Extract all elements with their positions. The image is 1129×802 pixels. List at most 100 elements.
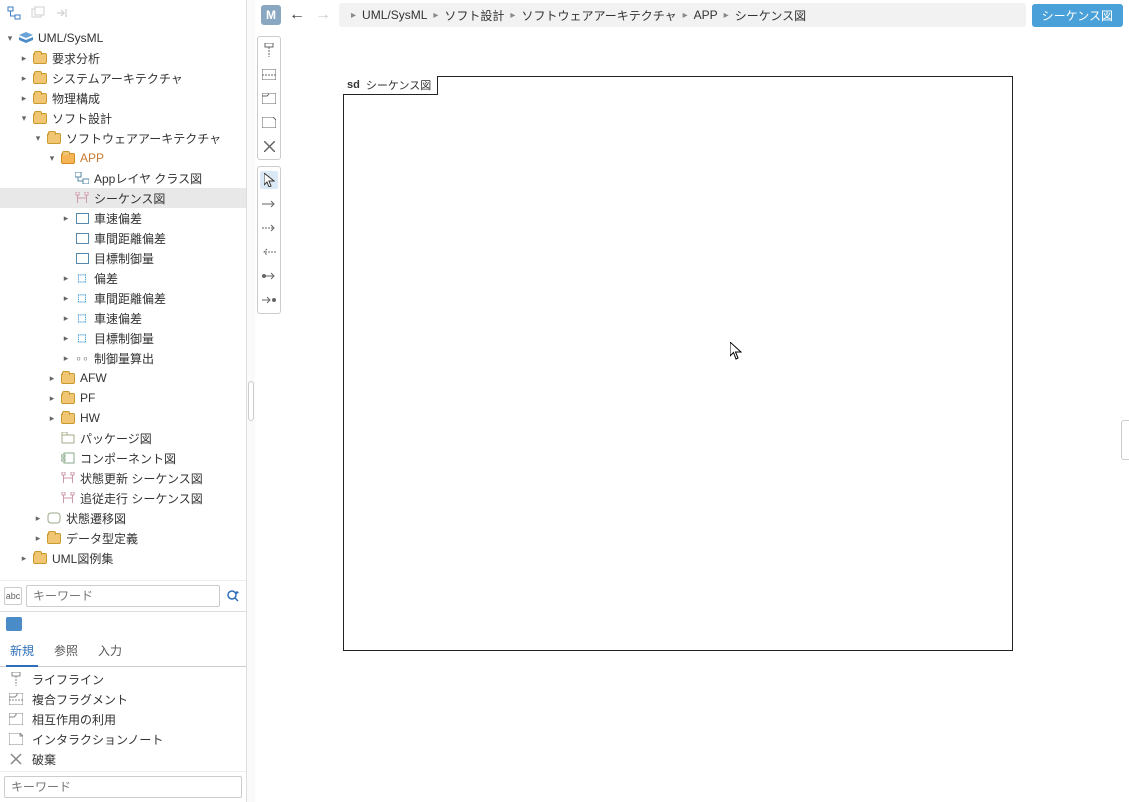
tool-lost-message-icon[interactable] <box>260 291 278 309</box>
tree-item-afw[interactable]: ▸ AFW <box>0 368 246 388</box>
breadcrumb-item[interactable]: シーケンス図 <box>735 7 806 24</box>
tree-root[interactable]: ▾ UML/SysML <box>0 28 246 48</box>
tool-async-message-icon[interactable] <box>260 219 278 237</box>
palette-lifeline[interactable]: ライフライン <box>0 669 246 689</box>
tree-item-vspeed2[interactable]: ▸ ⬚ 車速偏差 <box>0 308 246 328</box>
palette-label: 破棄 <box>32 751 56 768</box>
tree-item-req[interactable]: ▸ 要求分析 <box>0 48 246 68</box>
vertical-splitter[interactable] <box>247 0 255 802</box>
palette-search-input[interactable] <box>4 776 242 798</box>
diagram-title: シーケンス図 <box>366 77 431 93</box>
tree-item-sysarch[interactable]: ▸ システムアーキテクチャ <box>0 68 246 88</box>
expand-arrow-icon[interactable]: ▸ <box>60 333 72 344</box>
tree-label: ソフトウェアアーキテクチャ <box>66 130 221 147</box>
tree-item-ctrlcalc[interactable]: ▸ ∘∘ 制御量算出 <box>0 348 246 368</box>
tree-tool-3-icon[interactable] <box>54 5 70 21</box>
expand-arrow-icon[interactable]: ▾ <box>46 153 58 164</box>
tool-lifeline-icon[interactable] <box>260 41 278 59</box>
expand-arrow-icon[interactable]: ▾ <box>4 33 16 44</box>
expand-arrow-icon[interactable]: ▾ <box>32 133 44 144</box>
combined-fragment-icon <box>8 693 24 705</box>
breadcrumb-item[interactable]: ソフト設計 <box>444 7 504 24</box>
tree-item-pf[interactable]: ▸ PF <box>0 388 246 408</box>
expand-arrow-icon[interactable]: ▸ <box>46 373 58 384</box>
folder-icon <box>32 91 48 105</box>
tool-select-icon[interactable] <box>260 171 278 189</box>
expand-arrow-icon[interactable]: ▸ <box>60 213 72 224</box>
component-diagram-icon <box>60 451 76 465</box>
tree-item-stateupd[interactable]: ▸ 状態更新 シーケンス図 <box>0 468 246 488</box>
tool-note-icon[interactable] <box>260 113 278 131</box>
tree-tool-1-icon[interactable] <box>6 5 22 21</box>
expand-arrow-icon[interactable]: ▸ <box>18 73 30 84</box>
search-mode-icon[interactable]: abc <box>4 587 22 605</box>
expand-arrow-icon[interactable]: ▸ <box>60 313 72 324</box>
expand-arrow-icon[interactable]: ▸ <box>18 53 30 64</box>
tree-item-dev[interactable]: ▸ ⬚ 偏差 <box>0 268 246 288</box>
lifeline-icon <box>8 672 24 686</box>
expand-arrow-icon[interactable]: ▸ <box>46 413 58 424</box>
property-icon: ⬚ <box>74 291 90 305</box>
breadcrumb-sep-icon: ▸ <box>683 10 688 21</box>
expand-arrow-icon[interactable]: ▸ <box>60 353 72 364</box>
tree-item-statetr[interactable]: ▸ 状態遷移図 <box>0 508 246 528</box>
tree-item-hw[interactable]: ▸ HW <box>0 408 246 428</box>
palette-destroy[interactable]: 破棄 <box>0 749 246 769</box>
canvas[interactable]: sd シーケンス図 <box>283 30 1129 802</box>
palette-interaction[interactable]: 相互作用の利用 <box>0 709 246 729</box>
expand-arrow-icon[interactable]: ▸ <box>32 533 44 544</box>
diagram-frame[interactable]: sd シーケンス図 <box>343 76 1013 651</box>
bottom-header <box>0 612 246 636</box>
expand-arrow-icon[interactable]: ▸ <box>46 393 58 404</box>
tree-item-tctrl2[interactable]: ▸ ⬚ 目標制御量 <box>0 328 246 348</box>
tree-search-input[interactable] <box>26 585 220 607</box>
tree-item-examples[interactable]: ▸ UML図例集 <box>0 548 246 568</box>
breadcrumb-sep-icon: ▸ <box>510 10 515 21</box>
tree-label: シーケンス図 <box>94 190 165 207</box>
tool-interaction-icon[interactable] <box>260 89 278 107</box>
palette-note[interactable]: インタラクションノート <box>0 729 246 749</box>
expand-arrow-icon[interactable]: ▸ <box>60 273 72 284</box>
expand-arrow-icon[interactable]: ▸ <box>18 93 30 104</box>
breadcrumb-item[interactable]: APP <box>694 8 718 22</box>
tree-item-follow[interactable]: ▸ 追従走行 シーケンス図 <box>0 488 246 508</box>
tree-item-tctrl[interactable]: ▸ 目標制御量 <box>0 248 246 268</box>
expand-arrow-icon[interactable]: ▾ <box>18 113 30 124</box>
tree-label: 状態更新 シーケンス図 <box>80 470 203 487</box>
tool-fragment-icon[interactable] <box>260 65 278 83</box>
tab-new[interactable]: 新規 <box>6 636 38 667</box>
tree-item-datatypes[interactable]: ▸ データ型定義 <box>0 528 246 548</box>
expand-arrow-icon[interactable]: ▸ <box>60 293 72 304</box>
diagram-type-badge[interactable]: シーケンス図 <box>1032 4 1123 27</box>
tree-item-swarch[interactable]: ▾ ソフトウェアアーキテクチャ <box>0 128 246 148</box>
tree-item-vdist[interactable]: ▸ 車間距離偏差 <box>0 228 246 248</box>
palette-combined[interactable]: 複合フラグメント <box>0 689 246 709</box>
tree-item-compdiag[interactable]: ▸ コンポーネント図 <box>0 448 246 468</box>
right-panel-handle[interactable] <box>1121 420 1129 460</box>
tree-item-app[interactable]: ▾ APP <box>0 148 246 168</box>
tool-found-message-icon[interactable] <box>260 267 278 285</box>
tree-item-pkgdiag[interactable]: ▸ パッケージ図 <box>0 428 246 448</box>
tree-item-appclass[interactable]: ▸ Appレイヤ クラス図 <box>0 168 246 188</box>
tree-item-vspeed[interactable]: ▸ 車速偏差 <box>0 208 246 228</box>
tree-label: 車速偏差 <box>94 310 142 327</box>
left-panel: ▾ UML/SysML ▸ 要求分析 ▸ システムアーキテクチャ ▸ 物理構成 … <box>0 0 247 802</box>
expand-arrow-icon[interactable]: ▸ <box>32 513 44 524</box>
model-badge[interactable]: M <box>261 5 281 25</box>
breadcrumb-item[interactable]: ソフトウェアアーキテクチャ <box>521 7 676 24</box>
tab-ref[interactable]: 参照 <box>50 636 82 666</box>
tool-destroy-icon[interactable] <box>260 137 278 155</box>
tree-tool-2-icon[interactable] <box>30 5 46 21</box>
model-tree[interactable]: ▾ UML/SysML ▸ 要求分析 ▸ システムアーキテクチャ ▸ 物理構成 … <box>0 26 246 580</box>
tree-item-seq[interactable]: ▸ シーケンス図 <box>0 188 246 208</box>
expand-arrow-icon[interactable]: ▸ <box>18 553 30 564</box>
tool-reply-message-icon[interactable] <box>260 243 278 261</box>
tree-item-soft[interactable]: ▾ ソフト設計 <box>0 108 246 128</box>
breadcrumb-item[interactable]: UML/SysML <box>362 8 427 22</box>
tool-sync-message-icon[interactable] <box>260 195 278 213</box>
search-options-icon[interactable] <box>224 587 242 605</box>
nav-back-button[interactable]: ← <box>287 5 307 25</box>
tree-item-phys[interactable]: ▸ 物理構成 <box>0 88 246 108</box>
tab-input[interactable]: 入力 <box>94 636 126 666</box>
tree-item-vdist2[interactable]: ▸ ⬚ 車間距離偏差 <box>0 288 246 308</box>
